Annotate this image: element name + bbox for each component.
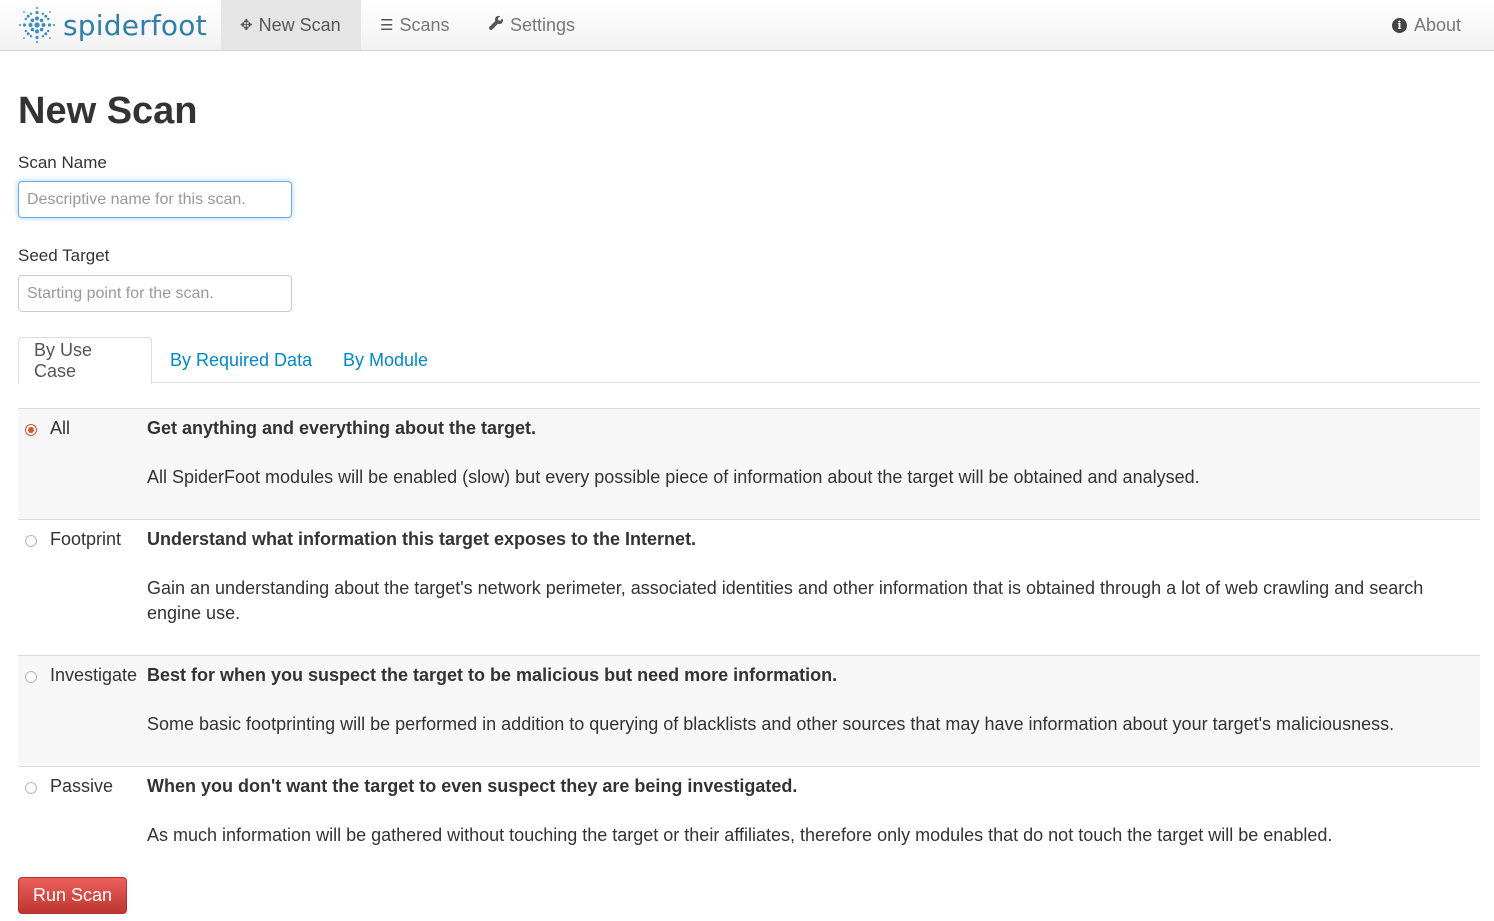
use-case-description: Some basic footprinting will be performe… bbox=[147, 714, 1395, 734]
brand[interactable]: spiderfoot bbox=[18, 6, 207, 44]
tab-by-module[interactable]: By Module bbox=[328, 337, 443, 383]
seed-target-label: Seed Target bbox=[18, 246, 110, 265]
use-case-radio-passive[interactable] bbox=[25, 782, 37, 794]
use-case-name: All bbox=[50, 418, 71, 438]
nav-new-scan-label: New Scan bbox=[258, 14, 341, 35]
use-case-radio-footprint[interactable] bbox=[25, 535, 37, 547]
scan-name-label: Scan Name bbox=[18, 153, 107, 172]
list-icon: ☰ bbox=[380, 17, 394, 34]
scan-name-input[interactable] bbox=[18, 181, 292, 218]
wrench-icon bbox=[488, 15, 504, 35]
use-case-title: Best for when you suspect the target to … bbox=[147, 665, 838, 685]
use-case-name: Footprint bbox=[50, 529, 122, 549]
page-title: New Scan bbox=[18, 90, 198, 132]
use-case-row-investigate[interactable]: Investigate Best for when you suspect th… bbox=[18, 655, 1480, 766]
nav-settings[interactable]: Settings bbox=[469, 0, 594, 50]
tab-by-required-data[interactable]: By Required Data bbox=[155, 337, 327, 383]
nav-settings-label: Settings bbox=[510, 14, 576, 35]
nav-about[interactable]: i About bbox=[1373, 0, 1480, 50]
use-case-radio-investigate[interactable] bbox=[25, 671, 37, 683]
use-case-description: As much information will be gathered wit… bbox=[147, 825, 1333, 845]
use-case-name: Investigate bbox=[50, 665, 138, 685]
tab-by-use-case[interactable]: By Use Case bbox=[18, 337, 152, 384]
top-navbar: spiderfoot ✥ New Scan ☰ Scans Settings i… bbox=[0, 0, 1494, 51]
spiderfoot-logo-icon bbox=[19, 7, 55, 43]
run-scan-button[interactable]: Run Scan bbox=[18, 877, 127, 914]
use-case-title: Get anything and everything about the ta… bbox=[147, 418, 537, 438]
module-selection-tabs: By Use Case By Required Data By Module bbox=[18, 337, 1480, 384]
use-case-title: Understand what information this target … bbox=[147, 529, 697, 549]
use-case-description: Gain an understanding about the target's… bbox=[147, 578, 1424, 623]
move-icon: ✥ bbox=[240, 17, 253, 34]
use-case-row-footprint[interactable]: Footprint Understand what information th… bbox=[18, 519, 1480, 655]
nav-new-scan[interactable]: ✥ New Scan bbox=[221, 0, 361, 50]
nav-scans[interactable]: ☰ Scans bbox=[361, 0, 468, 50]
nav-scans-label: Scans bbox=[399, 14, 450, 35]
use-case-row-all[interactable]: All Get anything and everything about th… bbox=[18, 408, 1480, 519]
nav-about-label: About bbox=[1413, 14, 1461, 35]
use-case-description: All SpiderFoot modules will be enabled (… bbox=[147, 467, 1200, 487]
brand-name: spiderfoot bbox=[63, 8, 207, 42]
seed-target-input[interactable] bbox=[18, 275, 292, 312]
use-case-radio-all[interactable] bbox=[25, 424, 37, 436]
use-case-name: Passive bbox=[50, 776, 114, 796]
info-icon: i bbox=[1391, 17, 1407, 33]
use-case-row-passive[interactable]: Passive When you don't want the target t… bbox=[18, 766, 1480, 866]
use-case-table: All Get anything and everything about th… bbox=[18, 408, 1480, 866]
use-case-title: When you don't want the target to even s… bbox=[147, 776, 798, 796]
